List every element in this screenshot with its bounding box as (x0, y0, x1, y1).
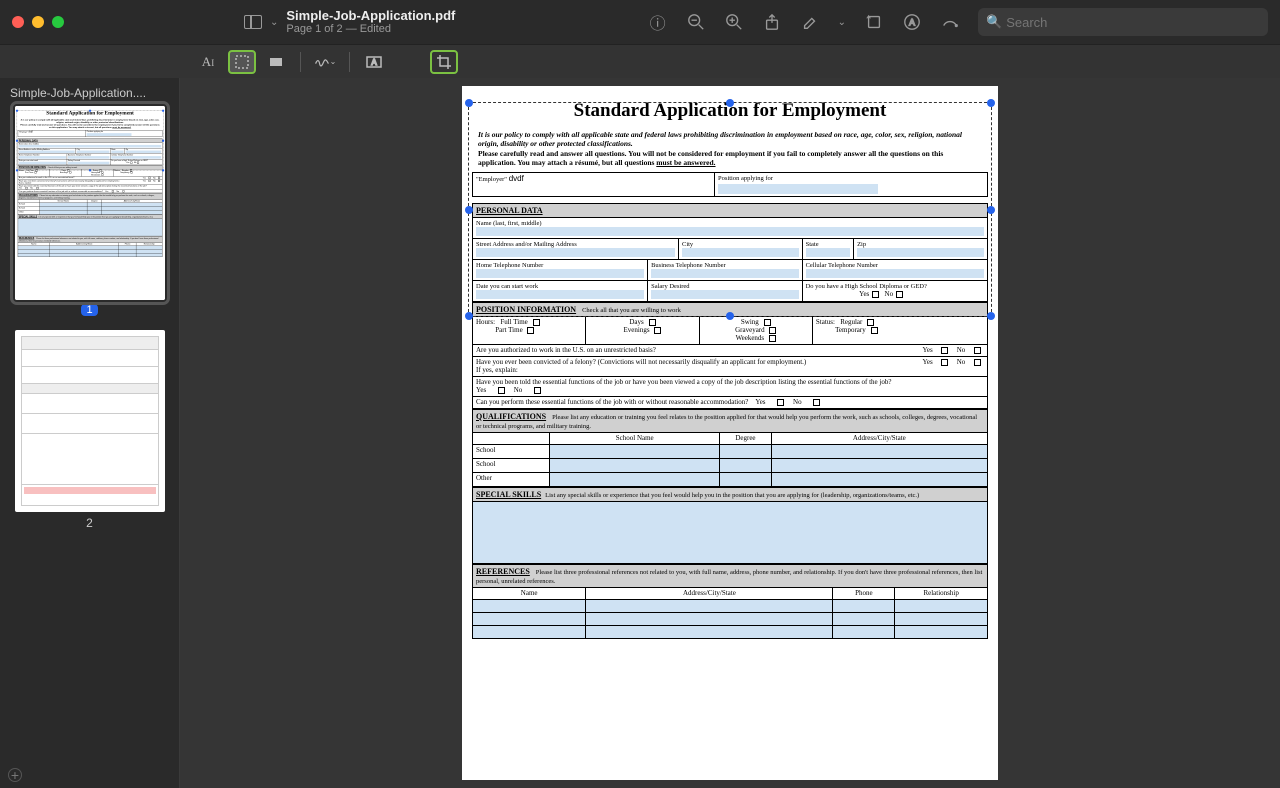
highlight-menu-chevron[interactable]: ⌄ (838, 17, 846, 28)
markup-toolbar: AI ⌄ A (0, 44, 1280, 78)
position-info-table: POSITION INFORMATION Check all that you … (17, 165, 161, 193)
thumbnail-page-1[interactable]: Standard Application for Employment It i… (6, 106, 173, 318)
zoom-window[interactable] (52, 16, 64, 28)
doc-title: Standard Application for Employment (472, 100, 988, 122)
employer-table: "Employer" dvdf Position applying for (17, 130, 161, 137)
redact-tool[interactable] (262, 50, 290, 74)
employer-value: dvdf (509, 174, 524, 183)
thumbnail-sidebar: Simple-Job-Application.... Standard Appl… (0, 78, 180, 788)
share-icon[interactable] (762, 12, 782, 32)
add-page-button[interactable]: + (8, 768, 22, 782)
doc-title: Standard Application for Employment (17, 110, 161, 116)
position-info-table: POSITION INFORMATION Check all that you … (472, 302, 988, 409)
rotate-icon[interactable] (864, 12, 884, 32)
search-icon: 🔍 (986, 14, 1002, 30)
employer-table: "Employer" dvdf Position applying for (472, 172, 988, 197)
close-window[interactable] (12, 16, 24, 28)
thumbnail-page-2[interactable]: 2 (6, 330, 173, 530)
crop-tool[interactable] (430, 50, 458, 74)
window-controls (12, 16, 64, 28)
doc-intro: It is our policy to comply with all appl… (19, 118, 160, 129)
references-table: REFERENCES Please list three professiona… (17, 236, 161, 257)
skills-table: SPECIAL SKILLS List any special skills o… (17, 215, 161, 237)
text-tool[interactable]: AI (194, 50, 222, 74)
skills-table: SPECIAL SKILLS List any special skills o… (472, 487, 988, 564)
document-title: Simple-Job-Application.pdf Page 1 of 2 —… (286, 8, 455, 37)
crop-selection[interactable] (16, 110, 163, 170)
zoom-out-icon[interactable] (686, 12, 706, 32)
highlight-icon[interactable] (800, 12, 820, 32)
text-box-tool[interactable]: A (360, 50, 388, 74)
form-icon[interactable]: A (902, 12, 922, 32)
qualifications-table: QUALIFICATIONS Please list any education… (17, 193, 161, 215)
zoom-in-icon[interactable] (724, 12, 744, 32)
references-table: REFERENCES Please list three professiona… (472, 564, 988, 639)
svg-text:A: A (909, 18, 915, 28)
sign-tool[interactable]: ⌄ (311, 50, 339, 74)
info-icon[interactable]: ⓘ (648, 12, 668, 32)
minimize-window[interactable] (32, 16, 44, 28)
search-box[interactable]: 🔍 (978, 8, 1268, 36)
doc-intro: It is our policy to comply with all appl… (478, 130, 982, 168)
qualifications-table: QUALIFICATIONS Please list any education… (472, 409, 988, 487)
chevron-down-icon[interactable]: ⌄ (270, 17, 278, 28)
markup-icon[interactable] (940, 12, 960, 32)
document-viewport[interactable]: Standard Application for Employment It i… (180, 78, 1280, 788)
sidebar-title: Simple-Job-Application.... (6, 84, 173, 106)
selection-tool[interactable] (228, 50, 256, 74)
search-input[interactable] (1006, 15, 1260, 30)
sidebar-toggle-icon[interactable] (244, 15, 262, 29)
personal-data-table: PERSONAL DATA Name (last, first, middle)… (472, 203, 988, 302)
svg-text:A: A (371, 58, 377, 67)
employer-value: dvdf (28, 131, 32, 134)
personal-data-table: PERSONAL DATA Name (last, first, middle)… (17, 138, 161, 165)
page-1: Standard Application for Employment It i… (462, 86, 998, 780)
titlebar: ⌄ Simple-Job-Application.pdf Page 1 of 2… (0, 0, 1280, 44)
